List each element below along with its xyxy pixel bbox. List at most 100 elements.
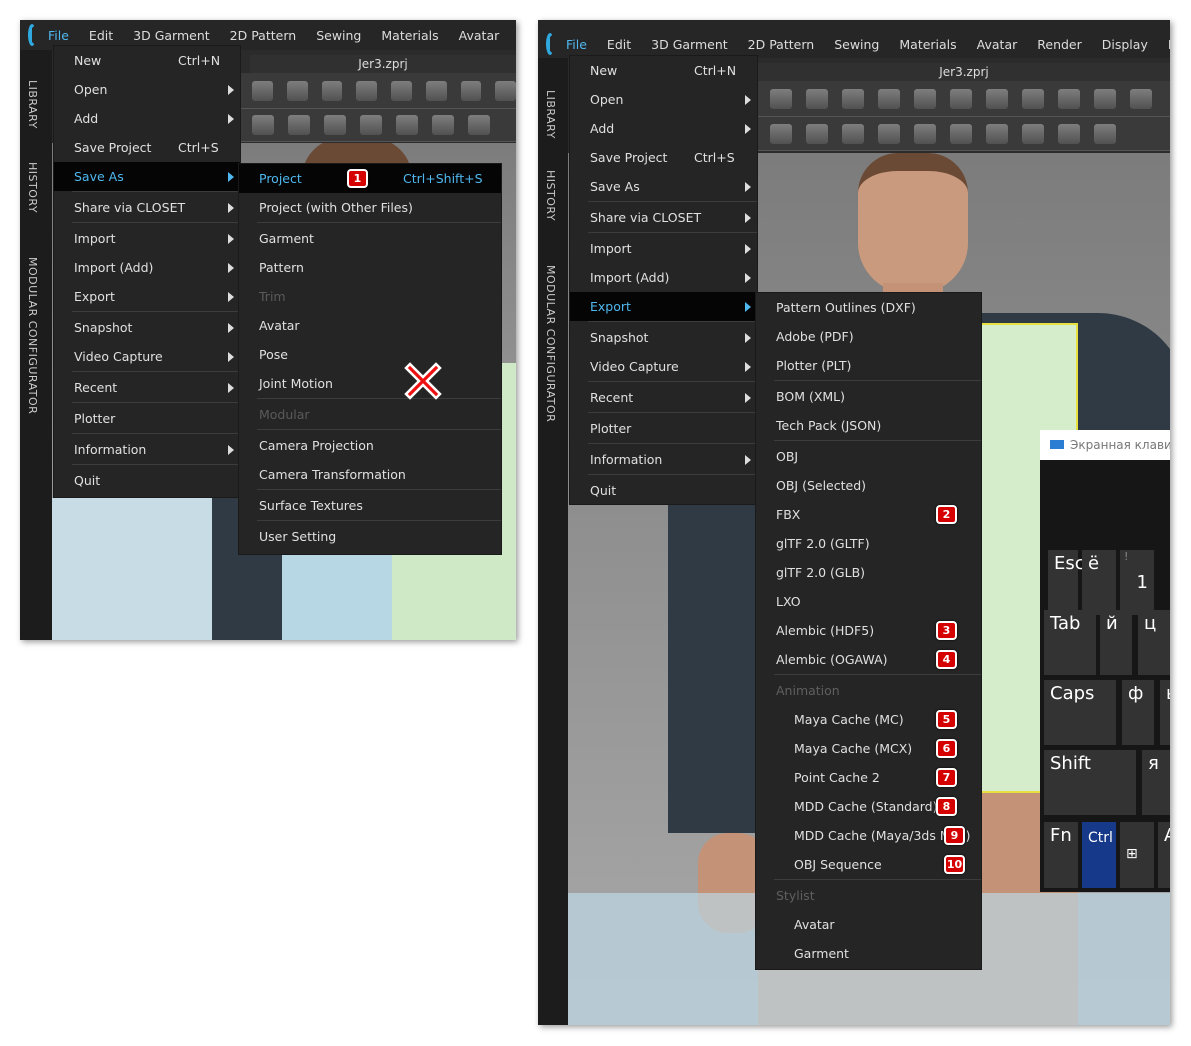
menu-item-surface-textures[interactable]: Surface Textures: [239, 491, 501, 520]
menu-item-save-as[interactable]: Save As: [54, 162, 240, 191]
menu-item-obj-selected[interactable]: OBJ (Selected): [756, 471, 981, 500]
key-caps[interactable]: Caps: [1044, 680, 1116, 745]
menu-item-export[interactable]: Export: [570, 292, 757, 321]
menu-item-share-via-closet[interactable]: Share via CLOSET: [570, 203, 757, 232]
tool-icon[interactable]: [914, 123, 936, 144]
menu-display[interactable]: Display: [1102, 37, 1148, 52]
tool-icon[interactable]: [842, 123, 864, 144]
key-shift[interactable]: Shift: [1044, 750, 1136, 815]
menu-item-open[interactable]: Open: [570, 85, 757, 114]
menu-item-camera-transformation[interactable]: Camera Transformation: [239, 460, 501, 489]
menu-render[interactable]: Render: [1037, 37, 1082, 52]
tool-icon[interactable]: [425, 80, 447, 101]
menu-item-avatar[interactable]: Avatar: [756, 910, 981, 939]
menu-item-user-setting[interactable]: User Setting: [239, 522, 501, 551]
menu-item-add[interactable]: Add: [570, 114, 757, 143]
tool-icon[interactable]: [806, 123, 828, 144]
menu-item-obj[interactable]: OBJ: [756, 442, 981, 471]
key-a[interactable]: A: [1158, 822, 1170, 888]
menu-2d-pattern[interactable]: 2D Pattern: [230, 28, 297, 43]
menu-item-project-with-other-files[interactable]: Project (with Other Files): [239, 193, 501, 222]
menu-item-plotter-plt[interactable]: Plotter (PLT): [756, 351, 981, 380]
tool-icon[interactable]: [356, 80, 377, 101]
menu-item-fbx[interactable]: FBX 2: [756, 500, 981, 529]
menu-item-tech-pack-json[interactable]: Tech Pack (JSON): [756, 411, 981, 440]
menu-item-alembic-ogawa[interactable]: Alembic (OGAWA) 4: [756, 645, 981, 674]
menu-item-recent[interactable]: Recent: [570, 383, 757, 412]
menu-item-garment[interactable]: Garment: [239, 224, 501, 253]
menu-item-alembic-hdf5[interactable]: Alembic (HDF5) 3: [756, 616, 981, 645]
menu-item-open[interactable]: Open: [54, 75, 240, 104]
tool-icon[interactable]: [396, 115, 418, 135]
tool-icon[interactable]: [806, 88, 828, 109]
tool-icon[interactable]: [391, 80, 412, 101]
menu-item-joint-motion[interactable]: Joint Motion: [239, 369, 501, 398]
menu-item-adobe-pdf[interactable]: Adobe (PDF): [756, 322, 981, 351]
tool-icon[interactable]: [770, 123, 792, 144]
menu-item-maya-cache-mc[interactable]: Maya Cache (MC) 5: [756, 705, 981, 734]
menu-item-save-as[interactable]: Save As: [570, 172, 757, 201]
key-[interactable]: ц: [1138, 610, 1170, 675]
tool-icon[interactable]: [288, 115, 310, 135]
menu-file[interactable]: File: [48, 28, 69, 43]
menu-item-add[interactable]: Add: [54, 104, 240, 133]
menu-item-import[interactable]: Import: [570, 234, 757, 263]
menu-3d-garment[interactable]: 3D Garment: [133, 28, 210, 43]
menu-item-plotter[interactable]: Plotter: [570, 414, 757, 443]
key-[interactable]: ф: [1122, 680, 1154, 745]
menu-item-obj-sequence[interactable]: OBJ Sequence 10: [756, 850, 981, 879]
menu-avatar[interactable]: Avatar: [977, 37, 1018, 52]
menu-item-maya-cache-mcx[interactable]: Maya Cache (MCX) 6: [756, 734, 981, 763]
menu-item-mdd-cache-maya-3ds-max[interactable]: MDD Cache (Maya/3ds Max) 9: [756, 821, 981, 850]
menu-item-import-add[interactable]: Import (Add): [54, 253, 240, 282]
menu-item-quit[interactable]: Quit: [570, 476, 757, 505]
tool-icon[interactable]: [878, 88, 900, 109]
menu-item-new[interactable]: New Ctrl+N: [570, 56, 757, 85]
menu-item-video-capture[interactable]: Video Capture: [54, 342, 240, 371]
sidebar-tab-modular-configurator[interactable]: MODULAR CONFIGURATOR: [26, 257, 39, 414]
key-esc[interactable]: Esc: [1048, 550, 1085, 615]
tool-icon[interactable]: [878, 123, 900, 144]
menu-item-video-capture[interactable]: Video Capture: [570, 352, 757, 381]
menu-item-information[interactable]: Information: [570, 445, 757, 474]
key-[interactable]: ы: [1160, 680, 1170, 745]
tool-icon[interactable]: [1094, 123, 1116, 144]
menu-item-gltf-2-0-glb[interactable]: glTF 2.0 (GLB): [756, 558, 981, 587]
tool-icon[interactable]: [1058, 88, 1080, 109]
tool-icon[interactable]: [252, 80, 273, 101]
menu-item-pattern[interactable]: Pattern: [239, 253, 501, 282]
key-[interactable]: ё: [1082, 550, 1116, 615]
menu-item-point-cache-2[interactable]: Point Cache 2 7: [756, 763, 981, 792]
sidebar-tab-library[interactable]: LIBRARY: [544, 90, 557, 139]
menu-item-pose[interactable]: Pose: [239, 340, 501, 369]
menu-item-export[interactable]: Export: [54, 282, 240, 311]
menu-materials[interactable]: Materials: [899, 37, 956, 52]
key-ctrl[interactable]: Ctrl: [1082, 822, 1116, 888]
tool-icon[interactable]: [460, 80, 482, 101]
menu-sewing[interactable]: Sewing: [834, 37, 879, 52]
tool-icon[interactable]: [1058, 123, 1080, 144]
tool-icon[interactable]: [1130, 88, 1152, 109]
menu-item-snapshot[interactable]: Snapshot: [570, 323, 757, 352]
menu-item-avatar[interactable]: Avatar: [239, 311, 501, 340]
menu-pref[interactable]: Pref: [1168, 37, 1170, 52]
tool-icon[interactable]: [286, 80, 308, 101]
key-[interactable]: я: [1142, 750, 1170, 815]
tool-icon[interactable]: [1022, 123, 1044, 144]
menu-item-recent[interactable]: Recent: [54, 373, 240, 402]
menu-item-save-project[interactable]: Save Project Ctrl+S: [54, 133, 240, 162]
key-[interactable]: й: [1100, 610, 1132, 675]
sidebar-tab-history[interactable]: HISTORY: [544, 170, 557, 221]
tool-icon[interactable]: [468, 115, 490, 135]
tool-icon[interactable]: [360, 115, 382, 135]
tool-icon[interactable]: [252, 115, 274, 135]
menu-item-snapshot[interactable]: Snapshot: [54, 313, 240, 342]
menu-item-quit[interactable]: Quit: [54, 466, 240, 495]
menu-item-share-via-closet[interactable]: Share via CLOSET: [54, 193, 240, 222]
tool-icon[interactable]: [432, 115, 454, 135]
menu-item-lxo[interactable]: LXO: [756, 587, 981, 616]
menu-item-camera-projection[interactable]: Camera Projection: [239, 431, 501, 460]
menu-item-pattern-outlines-dxf[interactable]: Pattern Outlines (DXF): [756, 293, 981, 322]
tool-icon[interactable]: [842, 88, 864, 109]
menu-item-project[interactable]: Project Ctrl+Shift+S 1: [239, 164, 501, 193]
